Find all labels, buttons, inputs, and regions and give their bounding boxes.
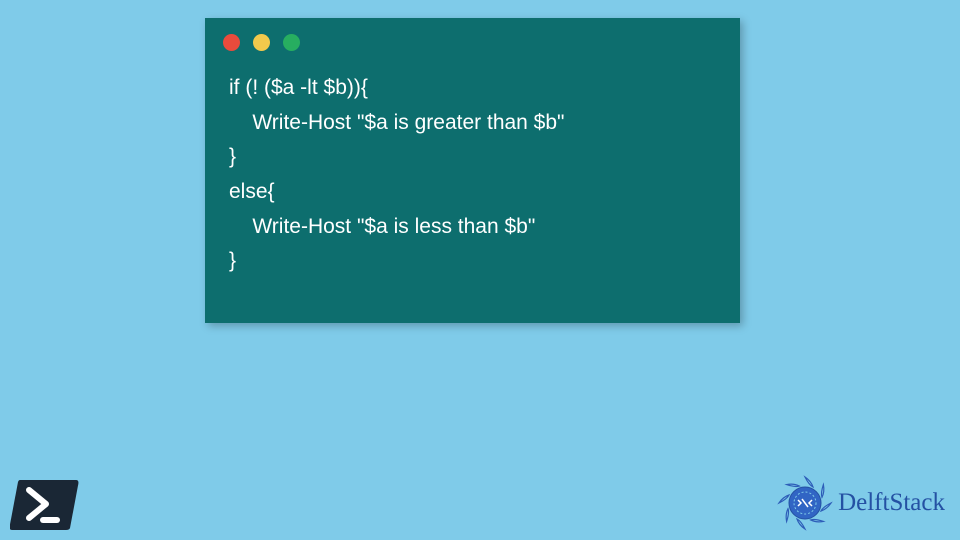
code-line: Write-Host "$a is less than $b"	[229, 215, 535, 238]
brand-logo: DelftStack	[776, 474, 945, 532]
code-line: if (! ($a -lt $b)){	[229, 76, 368, 99]
close-icon	[223, 34, 240, 51]
maximize-icon	[283, 34, 300, 51]
code-block: if (! ($a -lt $b)){ Write-Host "$a is gr…	[205, 61, 740, 289]
code-line: }	[229, 249, 236, 272]
powershell-icon	[10, 478, 80, 530]
code-line: Write-Host "$a is greater than $b"	[229, 111, 565, 134]
code-window: if (! ($a -lt $b)){ Write-Host "$a is gr…	[205, 18, 740, 323]
delft-mandala-icon	[776, 474, 834, 532]
code-line: else{	[229, 180, 275, 203]
window-controls	[205, 18, 740, 61]
minimize-icon	[253, 34, 270, 51]
brand-name: DelftStack	[838, 489, 945, 517]
code-line: }	[229, 145, 236, 168]
